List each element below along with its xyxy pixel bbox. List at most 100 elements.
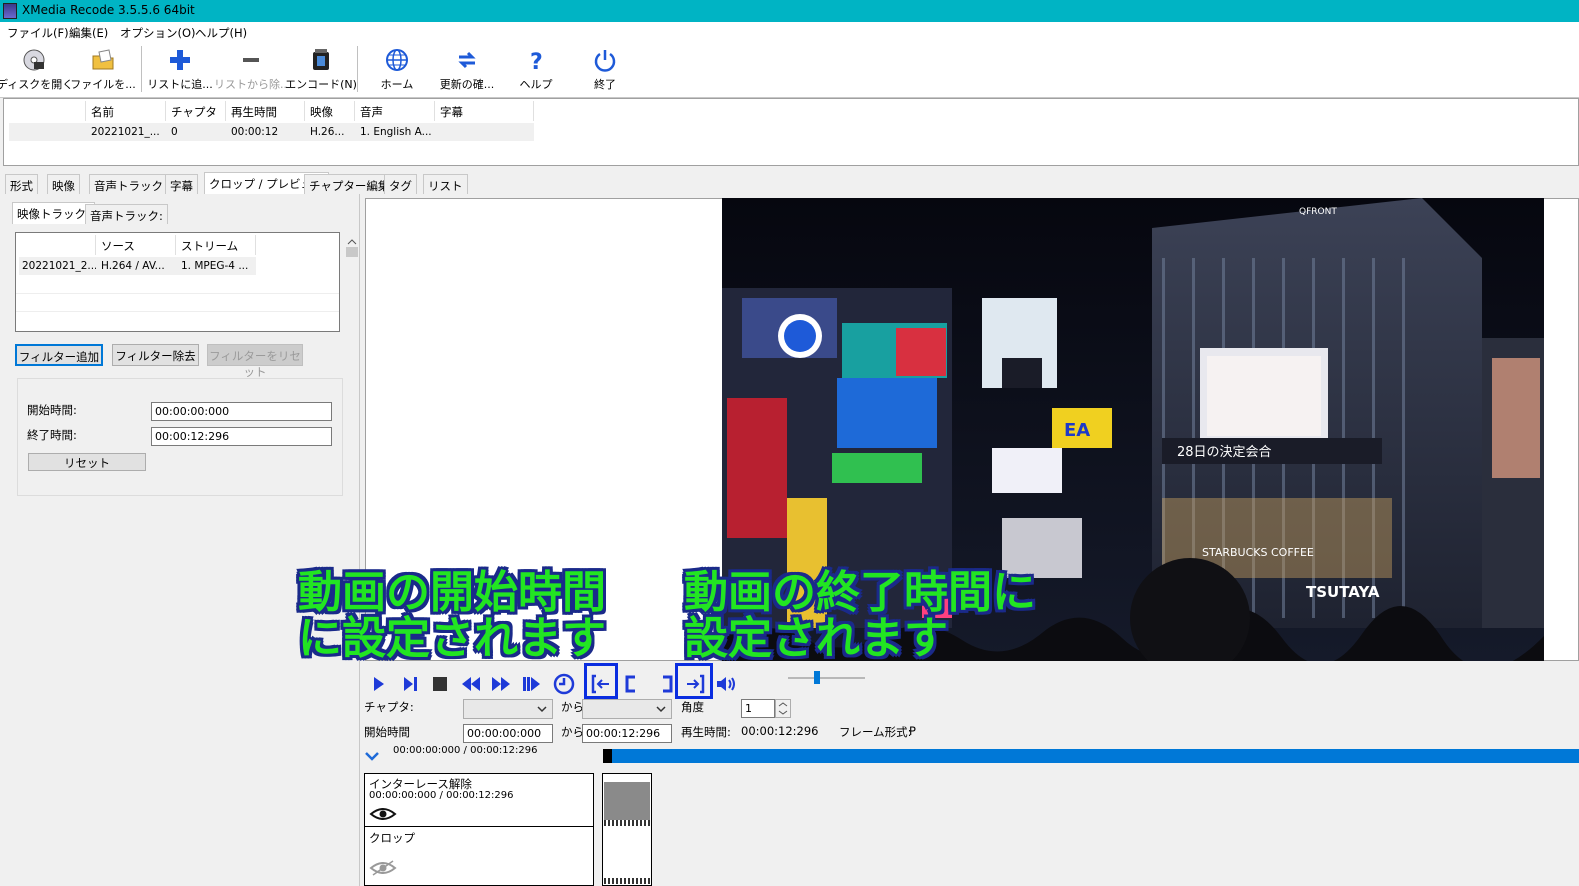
track-cell-stream[interactable]: 1. MPEG-4 ... <box>176 257 256 275</box>
menu-file[interactable]: ファイル(F) <box>7 25 69 41</box>
expand-button[interactable] <box>363 749 381 763</box>
tab-format[interactable]: 形式 <box>5 174 38 194</box>
next-frame-button[interactable] <box>398 672 422 696</box>
angle-input[interactable]: 1 <box>741 699 775 718</box>
tab-tags[interactable]: タグ <box>384 174 417 194</box>
set-start-time-button[interactable] <box>589 672 613 696</box>
menu-help[interactable]: ヘルプ(H) <box>195 25 247 41</box>
disc-icon <box>22 48 46 72</box>
set-end-time-button[interactable] <box>683 672 707 696</box>
column-header-video[interactable]: 映像 <box>305 101 355 121</box>
tab-audio-track-sub[interactable]: 音声トラック: <box>85 204 168 224</box>
bracket-right-icon <box>663 675 673 693</box>
track-list[interactable]: ソース ストリーム 20221021_2... H.264 / AV... 1.… <box>15 232 340 332</box>
filter-timeline[interactable] <box>602 773 652 886</box>
tab-subtitle[interactable]: 字幕 <box>165 174 198 194</box>
open-file-button[interactable]: ファイルを... <box>66 46 140 94</box>
overlay-end-line1: 動画の終了時間に <box>684 567 1036 618</box>
track-cell-name[interactable]: 20221021_2... <box>19 257 96 275</box>
menu-bar: ファイル(F) 編集(E) オプション(O) ヘルプ(H) <box>0 22 1579 42</box>
tab-video-track[interactable]: 映像トラック: <box>12 202 95 224</box>
row-divider <box>16 293 339 294</box>
volume-slider-handle[interactable] <box>814 671 820 684</box>
bracket-left-icon <box>625 675 635 693</box>
table-cell-blank[interactable] <box>9 123 86 141</box>
filter-item-crop[interactable]: クロップ <box>365 828 593 885</box>
frame-type-value: P <box>909 724 916 738</box>
chapter-from-select[interactable] <box>463 699 553 719</box>
eye-icon[interactable] <box>369 806 397 822</box>
filter-item-deinterlace[interactable]: インターレース解除 00:00:00:000 / 00:00:12:296 <box>365 774 593 827</box>
seek-bar[interactable] <box>603 749 1579 763</box>
encode-button[interactable]: エンコード(N) <box>284 46 358 94</box>
column-header-subtitle[interactable]: 字幕 <box>435 101 534 121</box>
refresh-icon <box>455 48 479 72</box>
exit-button[interactable]: 終了 <box>568 46 642 94</box>
speaker-icon <box>717 677 735 691</box>
table-cell-chapter[interactable]: 0 <box>166 123 226 141</box>
column-header-name[interactable]: 名前 <box>86 101 166 121</box>
play-icon <box>374 677 384 691</box>
table-cell-audio[interactable]: 1. English A... <box>355 123 435 141</box>
reset-button[interactable]: リセット <box>28 453 146 471</box>
overlay-start-line1: 動画の開始時間 <box>298 567 606 618</box>
scrollbar[interactable] <box>345 236 360 258</box>
end-time-field[interactable]: 00:00:12:296 <box>582 724 672 743</box>
check-update-button[interactable]: 更新の確... <box>430 46 504 94</box>
toolbar-separator <box>357 46 358 92</box>
remove-filter-button[interactable]: フィルター除去 <box>112 344 199 366</box>
mark-in-button[interactable] <box>619 672 643 696</box>
menu-edit[interactable]: 編集(E) <box>69 25 108 41</box>
remove-from-list-button[interactable]: リストから除... <box>214 46 288 94</box>
table-cell-subtitle[interactable] <box>435 123 534 141</box>
file-list[interactable]: 名前 チャプター 再生時間 映像 音声 字幕 20221021_... 0 00… <box>3 98 1579 166</box>
start-time-input[interactable]: 00:00:00:000 <box>151 402 332 421</box>
start-time-field[interactable]: 00:00:00:000 <box>463 724 553 743</box>
volume-slider-track[interactable] <box>788 677 865 679</box>
eye-off-icon[interactable] <box>369 860 397 876</box>
fast-forward-button[interactable] <box>489 672 513 696</box>
tab-list[interactable]: リスト <box>423 174 468 194</box>
angle-spinner[interactable] <box>775 699 791 718</box>
filter-list[interactable]: インターレース解除 00:00:00:000 / 00:00:12:296 クロ… <box>364 773 594 886</box>
reset-filter-button[interactable]: フィルターをリセット <box>207 344 303 379</box>
add-to-list-button[interactable]: リストに追... <box>143 46 217 94</box>
minus-icon <box>239 48 263 72</box>
seek-handle[interactable] <box>603 749 612 763</box>
goto-time-button[interactable] <box>552 672 576 696</box>
column-header-source[interactable]: ソース <box>96 235 176 255</box>
table-cell-video[interactable]: H.26... <box>305 123 355 141</box>
window-title: XMedia Recode 3.5.5.6 64bit <box>22 3 195 17</box>
spinner-arrows-icon <box>778 702 788 715</box>
end-button[interactable] <box>520 672 544 696</box>
end-time-input[interactable]: 00:00:12:296 <box>151 427 332 446</box>
table-cell-name[interactable]: 20221021_... <box>86 123 166 141</box>
rewind-button[interactable] <box>459 672 483 696</box>
question-icon: ? <box>524 48 548 72</box>
column-header-stream[interactable]: ストリーム <box>176 235 256 255</box>
chevron-down-icon <box>537 706 547 713</box>
open-disc-button[interactable]: ディスクを開く <box>0 46 71 94</box>
help-button[interactable]: ? ヘルプ <box>499 46 573 94</box>
tab-chapter-edit[interactable]: チャプター編集 <box>304 174 395 194</box>
skip-end-icon <box>523 677 540 691</box>
timecode-label: 00:00:00:000 / 00:00:12:296 <box>393 745 538 756</box>
track-cell-source[interactable]: H.264 / AV... <box>96 257 176 275</box>
column-header-chapter[interactable]: チャプター <box>166 101 226 135</box>
play-button[interactable] <box>366 672 390 696</box>
column-header-audio[interactable]: 音声 <box>355 101 435 121</box>
column-header-duration[interactable]: 再生時間 <box>226 101 305 121</box>
home-button[interactable]: ホーム <box>360 46 434 94</box>
start-time-label-2: 開始時間 <box>364 725 410 739</box>
power-icon <box>593 48 617 72</box>
timeline-ticks <box>604 878 650 884</box>
add-filter-button[interactable]: フィルター追加 <box>15 344 103 366</box>
volume-button[interactable] <box>714 672 738 696</box>
tab-video[interactable]: 映像 <box>47 174 80 194</box>
timeline-block <box>604 782 650 822</box>
stop-button[interactable] <box>428 672 452 696</box>
chapter-to-select[interactable] <box>582 699 672 719</box>
table-cell-duration[interactable]: 00:00:12 <box>226 123 305 141</box>
menu-options[interactable]: オプション(O) <box>120 25 196 41</box>
ea-sign: EA <box>1064 420 1090 441</box>
